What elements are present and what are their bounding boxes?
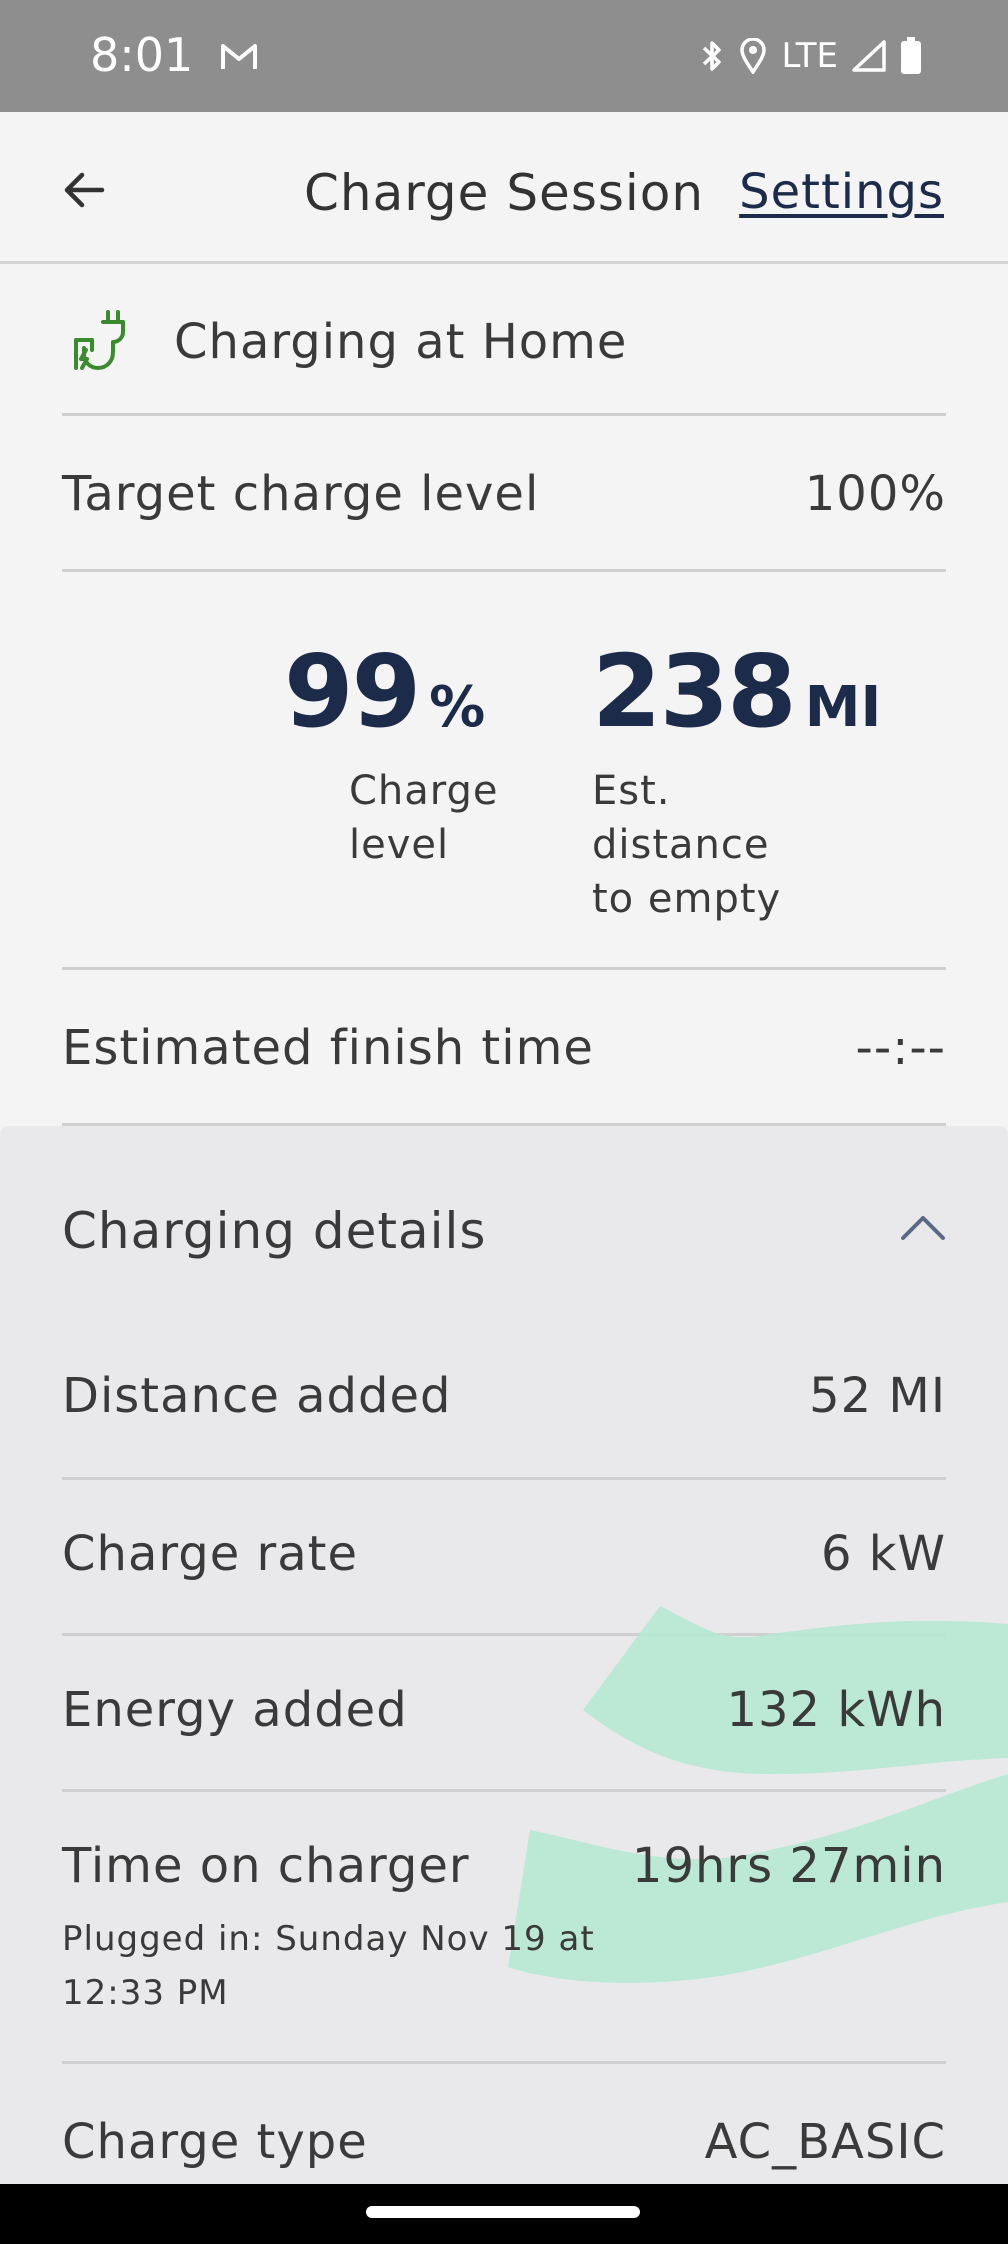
settings-link[interactable]: Settings — [739, 164, 944, 220]
charge-level-value: 99 — [284, 633, 421, 750]
charge-type-value: AC_BASIC — [704, 2114, 946, 2170]
time-on-charger-label: Time on charger — [62, 1838, 470, 1894]
arrow-left-icon — [64, 172, 105, 208]
plugged-in-text: Plugged in: Sunday Nov 19 at 12:33 PM — [62, 1912, 662, 2020]
caption-line: to empty — [592, 876, 782, 922]
bluetooth-icon — [699, 38, 725, 74]
charging-location-label: Charging at Home — [174, 314, 628, 370]
charge-level-unit: % — [429, 675, 486, 740]
time-on-charger-value: 19hrs 27min — [631, 1838, 946, 1894]
plugged-in-line: Plugged in: Sunday Nov 19 at — [62, 1919, 595, 1959]
system-nav-bar — [0, 2184, 1008, 2244]
finish-time-row: Estimated finish time --:-- — [62, 970, 946, 1126]
chevron-up-icon[interactable] — [900, 1212, 946, 1246]
charge-type-label: Charge type — [62, 2114, 368, 2170]
caption-line: level — [349, 822, 450, 868]
charge-rate-label: Charge rate — [62, 1526, 358, 1582]
energy-added-row: Energy added 132 kWh — [62, 1636, 946, 1792]
finish-time-label: Estimated finish time — [62, 1020, 594, 1076]
caption-line: Charge — [349, 768, 499, 814]
back-button[interactable] — [56, 162, 112, 218]
charge-level-stat: 99% Charge level — [174, 642, 499, 872]
energy-added-label: Energy added — [62, 1682, 408, 1738]
signal-icon — [852, 40, 886, 72]
target-charge-row[interactable]: Target charge level 100% — [62, 416, 946, 572]
charge-level-caption: Charge level — [237, 764, 499, 872]
network-type: LTE — [781, 36, 838, 76]
distance-unit: MI — [804, 675, 882, 740]
charge-stats: 99% Charge level 238 MI Est. distance to … — [62, 572, 946, 970]
distance-added-label: Distance added — [62, 1368, 452, 1424]
charging-details-panel: Charging details Distance added 52 MI Ch… — [0, 1126, 1008, 2184]
home-indicator[interactable] — [366, 2206, 640, 2218]
app-header: Charge Session Settings — [0, 112, 1008, 264]
charging-location-row: Charging at Home — [62, 264, 946, 416]
gmail-icon — [220, 42, 258, 76]
distance-added-value: 52 MI — [809, 1368, 946, 1424]
caption-line: Est. — [592, 768, 671, 814]
charging-details-title: Charging details — [62, 1202, 487, 1260]
plugged-in-line: 12:33 PM — [62, 1973, 229, 2013]
status-icons: LTE — [699, 36, 922, 76]
finish-time-value: --:-- — [855, 1020, 946, 1076]
caption-line: distance — [592, 822, 770, 868]
charging-plug-icon — [72, 310, 132, 378]
distance-added-row: Distance added 52 MI — [62, 1328, 946, 1480]
energy-added-value: 132 kWh — [726, 1682, 946, 1738]
distance-to-empty-stat: 238 MI Est. distance to empty — [592, 642, 881, 926]
target-charge-value: 100% — [804, 466, 946, 522]
charge-type-row: Charge type AC_BASIC — [62, 2064, 946, 2184]
distance-caption: Est. distance to empty — [592, 764, 881, 926]
time-on-charger-row: Time on charger 19hrs 27min Plugged in: … — [62, 1792, 946, 2064]
battery-icon — [900, 37, 922, 75]
page-title: Charge Session — [304, 164, 705, 222]
location-icon — [739, 38, 767, 74]
status-time: 8:01 — [90, 28, 194, 82]
status-bar: 8:01 LTE — [0, 0, 1008, 112]
distance-value: 238 — [592, 633, 797, 750]
charge-rate-row: Charge rate 6 kW — [62, 1480, 946, 1636]
charge-rate-value: 6 kW — [820, 1526, 946, 1582]
target-charge-label: Target charge level — [62, 466, 540, 522]
